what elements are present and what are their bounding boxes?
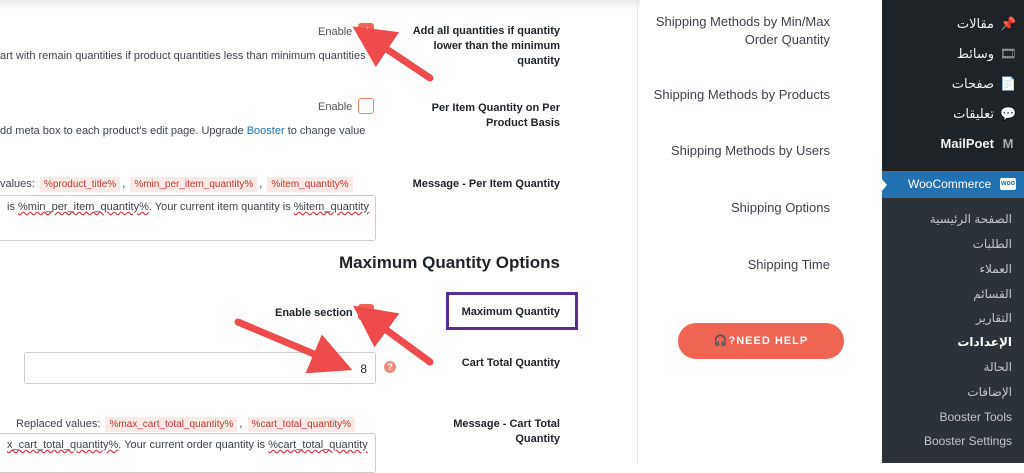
sidebar-item-label: وسائط [956,46,994,61]
per-item-description-text: dd meta box to each product's edit page.… [0,125,247,137]
per-item-enable-text: Enable [318,101,353,113]
replaced-values-label: Replaced values: [16,418,101,430]
tag-separator: , [259,178,263,190]
submenu-booster-settings[interactable]: Booster Settings [924,434,1012,448]
sidebar-item-label: تعليقات [953,106,994,121]
tag-max-cart-total: %max_cart_total_quantity% [105,417,238,432]
per-item-checkbox[interactable] [358,98,374,114]
per-item-label: Per Item Quantity on Per Product Basis [431,102,560,129]
media-icon: 🎞 [1000,46,1017,61]
woocommerce-icon: woo [1000,178,1016,190]
message-placeholder-max: x_cart_total_quantity% [7,439,119,451]
need-help-button[interactable]: 🎧?NEED HELP [678,323,844,359]
submenu-coupons[interactable]: القسائم [973,287,1012,301]
cart-total-label: Cart Total Quantity [461,357,560,369]
pages-icon: 📄 [1000,76,1017,91]
sidebar-item-mailpoet[interactable]: MailPoet M [941,136,1016,151]
cart-total-input[interactable]: 8 [24,352,376,384]
current-menu-arrow [881,178,887,192]
submenu-settings[interactable]: الإعدادات [957,335,1012,349]
sidebar-item-woocommerce[interactable]: WooCommerce woo [881,171,1024,198]
woocommerce-label: WooCommerce [908,177,992,191]
headset-icon: 🎧? [713,335,737,347]
tag-product-title: %product_title% [39,177,121,192]
submenu-status[interactable]: الحالة [984,360,1012,374]
sidebar-item-comments[interactable]: تعليقات 💬 [953,106,1016,122]
message-placeholder-min: %min_per_item_quantity% [18,201,149,213]
submenu-users[interactable]: Shipping Methods by Users [650,142,830,160]
submenu-booster-tools[interactable]: Booster Tools [940,410,1013,424]
message-text-mid: . Your current order quantity is [118,439,269,451]
mailpoet-icon: M [1002,136,1014,151]
submenu-shipping-time[interactable]: Shipping Time [650,256,830,274]
top-shadow [0,0,640,10]
arrow-to-enable-section [353,305,434,366]
enable-section-checkbox[interactable]: ✓ [358,304,374,320]
tag-separator: , [239,418,243,430]
tag-separator: , [122,178,126,190]
sidebar-item-label: MailPoet [940,136,994,151]
message-cart-total-textarea[interactable]: x_cart_total_quantity%. Your current ord… [0,433,376,473]
comments-icon: 💬 [1000,106,1017,121]
per-item-description-tail: to change value [284,125,366,137]
tag-min-per-item: %min_per_item_quantity% [130,177,258,192]
sidebar-item-media[interactable]: وسائط 🎞 [956,46,1017,62]
submenu-shipping-options[interactable]: Shipping Options [650,199,830,217]
per-item-description: dd meta box to each product's edit page.… [0,125,365,137]
enable-section-text: Enable section [275,307,353,319]
pin-icon: 📌 [1000,16,1017,31]
sidebar-item-pages[interactable]: صفحات 📄 [952,76,1016,92]
column-divider [637,0,638,463]
add-quantities-description: art with remain quantities if product qu… [0,50,366,62]
need-help-label: NEED HELP [736,335,809,347]
add-quantities-enable-text: Enable [318,26,353,38]
message-per-item-label: Message - Per Item Quantity [412,178,560,190]
admin-sidebar: مقالات 📌 وسائط 🎞 صفحات 📄 تعليقات 💬 MailP… [881,0,1024,463]
message-cart-total-replaced: Replaced values: %max_cart_total_quantit… [16,417,357,432]
tag-cart-total: %cart_total_quantity% [247,417,356,432]
sidebar-item-label: مقالات [956,16,994,31]
maximum-quantity-label: Maximum Quantity [461,306,560,318]
message-text-pre: is [7,201,18,213]
add-quantities-label: Add all quantities if quantity lower tha… [412,25,560,67]
add-quantities-checkbox[interactable]: ✓ [358,23,374,39]
message-cart-total-label: Message - Cart Total Quantity [453,418,560,445]
replaced-values-label: values: [0,178,35,190]
message-placeholder-cart: %cart_total_quantity [268,439,368,451]
tag-item-quantity: %item_quantity% [267,177,353,192]
submenu-extensions[interactable]: الإضافات [967,385,1012,399]
submenu-products[interactable]: Shipping Methods by Products [640,86,830,104]
message-per-item-replaced: values: %product_title%, %min_per_item_q… [0,177,355,192]
message-per-item-textarea[interactable]: is %min_per_item_quantity%. Your current… [0,195,376,241]
help-icon[interactable]: ? [384,361,396,373]
sidebar-item-label: صفحات [951,76,994,91]
section-title: Maximum Quantity Options [338,253,560,272]
message-placeholder-item: %item_quantity [293,201,369,213]
message-text-mid: . Your current item quantity is [148,201,294,213]
submenu-min-max[interactable]: Shipping Methods by Min/Max Order Quanti… [650,13,830,49]
submenu-home[interactable]: الصفحة الرئيسية [930,212,1012,226]
sidebar-item-posts[interactable]: مقالات 📌 [957,16,1016,32]
submenu-reports[interactable]: التقارير [976,311,1012,325]
submenu-customers[interactable]: العملاء [979,262,1012,276]
booster-link[interactable]: Booster [247,125,285,137]
submenu-orders[interactable]: الطلبات [973,237,1012,251]
